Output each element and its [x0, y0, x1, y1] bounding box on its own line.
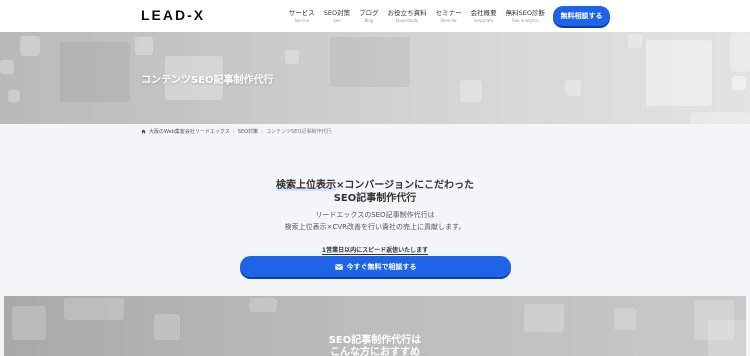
nav-label: お役立ち資料: [387, 9, 427, 17]
consult-now-label: 今すぐ無料で相談する: [346, 262, 417, 271]
nav-label: 無料SEO診断: [505, 9, 545, 17]
nav-label: 会社概要: [470, 9, 497, 17]
decor-square: [135, 37, 153, 55]
nav-item-seo[interactable]: SEO対策 Seo: [324, 9, 350, 24]
home-icon: [141, 129, 146, 134]
hero-banner: コンテンツSEO記事制作代行: [0, 32, 750, 124]
nav-sublabel: Seminar: [440, 18, 457, 23]
nav-sublabel: Downloads: [396, 18, 419, 23]
global-nav: サービス Service SEO対策 Seo ブログ Blog お役立ち資料 D…: [289, 9, 545, 24]
decor-square: [20, 36, 40, 56]
site-logo[interactable]: LEAD-X: [141, 7, 205, 23]
nav-item-blog[interactable]: ブログ Blog: [359, 9, 379, 24]
reply-notice: 1営業日以内にスピード返信いたします: [0, 245, 750, 255]
intro-desc-line1: リードエックスのSEO記事制作代行は: [315, 211, 435, 219]
decor-square: [285, 50, 299, 64]
decor-square: [460, 80, 482, 102]
nav-sublabel: Blog: [364, 18, 374, 23]
intro-title-line2: SEO記事制作代行: [333, 193, 417, 204]
decor-square: [64, 298, 124, 320]
chevron-right-icon: ›: [261, 128, 264, 135]
decor-square: [524, 304, 564, 332]
decor-square: [565, 80, 581, 96]
nav-item-service[interactable]: サービス Service: [289, 9, 315, 24]
recommend-title-line2: こんな方におすすめ: [330, 347, 420, 356]
nav-label: ブログ: [359, 9, 379, 17]
breadcrumb-item-seo[interactable]: SEO対策: [238, 128, 258, 135]
recommend-section: SEO記事制作代行は こんな方におすすめ: [4, 296, 746, 356]
decor-square: [628, 34, 642, 48]
intro-desc-line2: 検索上位表示×CVR改善を行い貴社の売上に貢献します。: [284, 223, 466, 231]
nav-item-seo-analytics[interactable]: 無料SEO診断 Seo analytics: [506, 9, 545, 24]
nav-label: SEO対策: [323, 9, 351, 17]
consult-now-button[interactable]: 今すぐ無料で相談する: [240, 256, 511, 277]
mail-icon: [334, 263, 343, 270]
nav-item-corporate[interactable]: 会社概要 corporate: [471, 9, 497, 24]
decor-square: [249, 298, 277, 312]
chevron-right-icon: ›: [232, 128, 235, 135]
decor-square: [330, 37, 410, 87]
nav-sublabel: Service: [294, 18, 310, 23]
nav-label: サービス: [288, 9, 315, 17]
nav-label: セミナー: [435, 9, 462, 17]
decor-square: [0, 60, 14, 74]
nav-sublabel: Seo analytics: [512, 18, 539, 23]
nav-sublabel: corporate: [473, 18, 494, 23]
breadcrumb-item-home[interactable]: 大阪のWeb集客会社リードエックス: [149, 128, 230, 135]
reply-notice-text: 1営業日以内にスピード返信いたします: [321, 247, 429, 255]
decor-square: [614, 308, 636, 330]
page-title: コンテンツSEO記事制作代行: [141, 75, 274, 86]
decor-square: [732, 76, 746, 90]
decor-square: [690, 112, 750, 124]
decor-square: [646, 40, 712, 106]
decor-square: [8, 90, 20, 102]
decor-square: [730, 32, 750, 72]
free-consult-button[interactable]: 無料相談する: [553, 6, 610, 26]
breadcrumb: 大阪のWeb集客会社リードエックス › SEO対策 › コンテンツSEO記事制作…: [141, 128, 331, 135]
decor-square: [60, 42, 130, 102]
nav-item-seminar[interactable]: セミナー Seminar: [436, 9, 462, 24]
nav-item-downloads[interactable]: お役立ち資料 Downloads: [388, 9, 427, 24]
nav-sublabel: Seo: [333, 18, 341, 23]
site-header: LEAD-X サービス Service SEO対策 Seo ブログ Blog お…: [0, 0, 750, 32]
breadcrumb-item-current: コンテンツSEO記事制作代行: [266, 129, 332, 135]
